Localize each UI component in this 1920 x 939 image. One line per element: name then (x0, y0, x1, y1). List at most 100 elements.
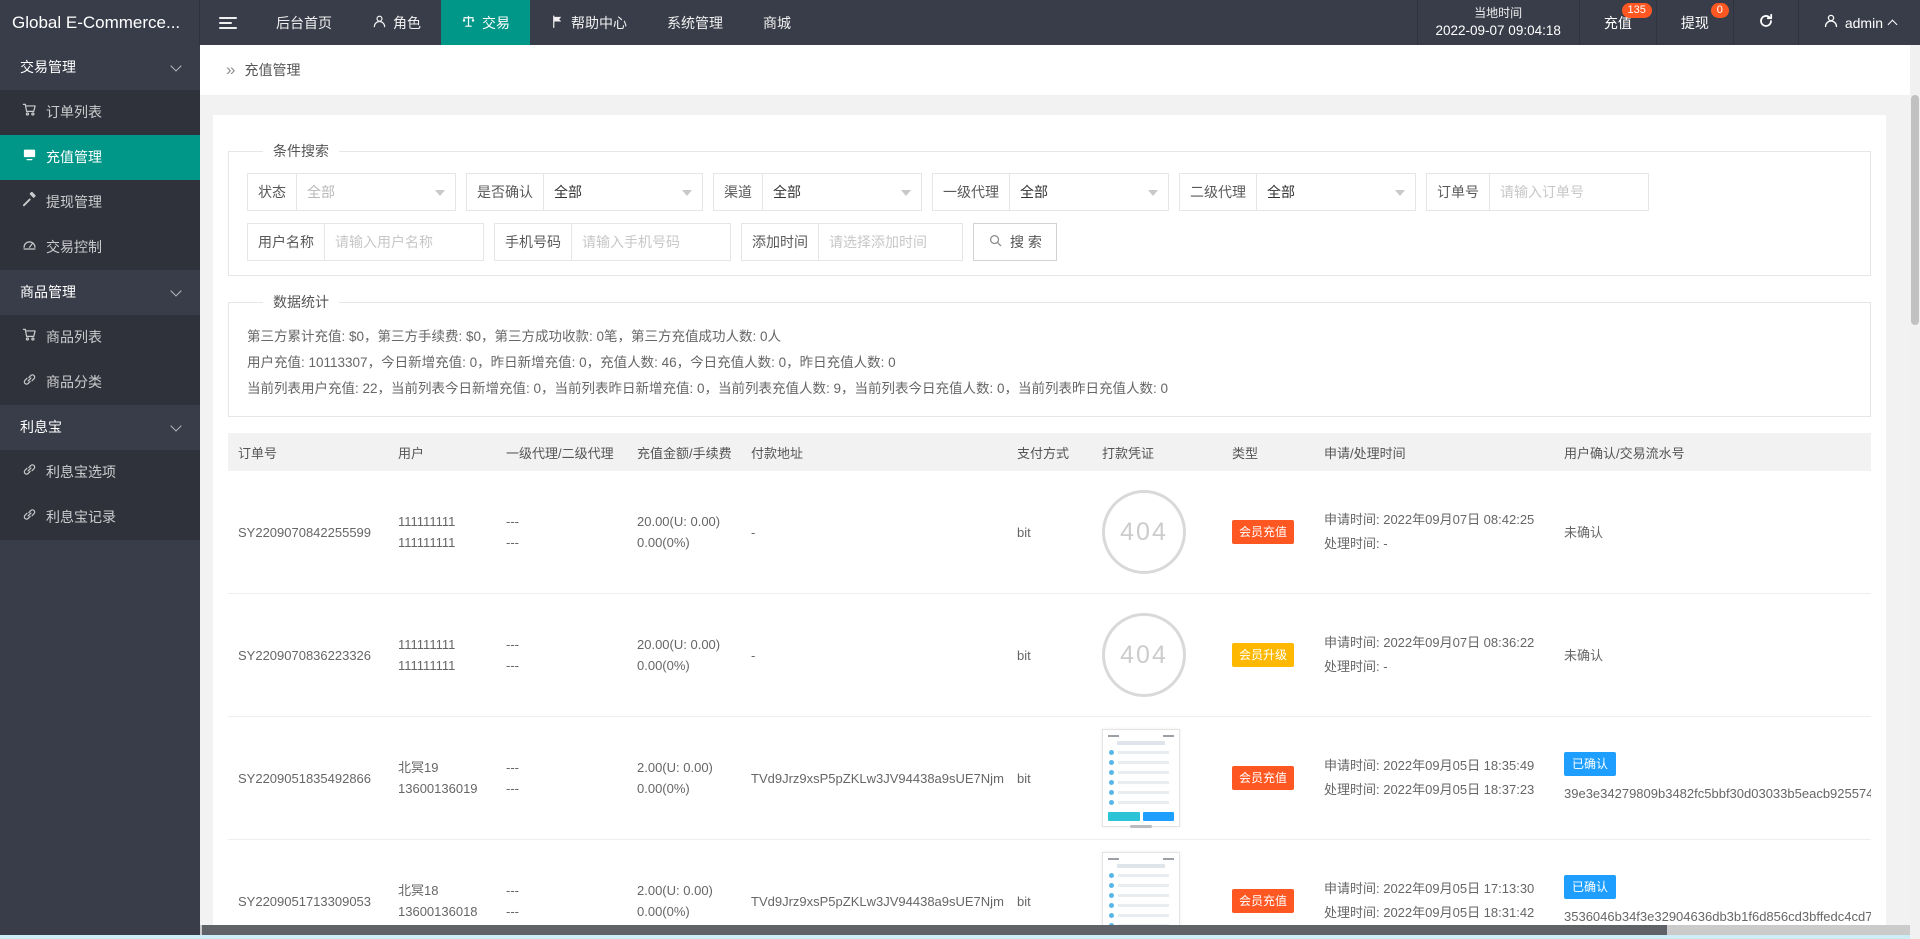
horizontal-scrollbar-thumb[interactable] (202, 925, 1667, 935)
local-time-value: 2022-09-07 09:04:18 (1436, 22, 1561, 39)
sidebar-item-trade-control[interactable]: 交易控制 (0, 225, 200, 270)
cart-icon (22, 315, 37, 360)
filter-order-no: 订单号 (1426, 173, 1649, 211)
sidebar-item-lixibao-options[interactable]: 利息宝选项 (0, 450, 200, 495)
amount-cell: 20.00(U: 0.00)0.00(0%) (627, 471, 741, 594)
filter-confirm: 是否确认 全部 (466, 173, 703, 211)
stats-line-current-list: 当前列表用户充值: 22，当前列表今日新增充值: 0，当前列表昨日新增充值: 0… (247, 376, 1852, 402)
nav-item-label: 角色 (393, 13, 421, 33)
refresh-button[interactable] (1733, 0, 1798, 45)
sidebar-group-trade-management[interactable]: 交易管理 (0, 45, 200, 90)
caret-down-icon (435, 190, 445, 196)
sidebar-item-withdraw-management[interactable]: 提现管理 (0, 180, 200, 225)
sidebar-group-label: 利息宝 (20, 405, 62, 450)
link-icon (22, 360, 37, 405)
times-cell: 申请时间: 2022年09月07日 08:36:22处理时间: - (1314, 594, 1554, 717)
nav-item-trade[interactable]: 交易 (441, 0, 530, 45)
times-cell: 申请时间: 2022年09月07日 08:42:25处理时间: - (1314, 471, 1554, 594)
order-no: SY2209070842255599 (228, 471, 388, 594)
voucher-image[interactable] (1102, 729, 1180, 827)
username-input[interactable] (324, 223, 484, 261)
confirmed-badge: 已确认 (1564, 752, 1616, 776)
sidebar-item-product-list[interactable]: 商品列表 (0, 315, 200, 360)
confirm-text: 未确认 (1564, 525, 1603, 540)
bottom-edge-strip (0, 935, 1920, 939)
col-amount: 充值金额/手续费 (627, 433, 741, 471)
sidebar-item-product-category[interactable]: 商品分类 (0, 360, 200, 405)
col-agents: 一级代理/二级代理 (496, 433, 627, 471)
channel-select[interactable]: 全部 (762, 173, 922, 211)
nav-item-dashboard[interactable]: 后台首页 (256, 0, 352, 45)
search-legend: 条件搜索 (263, 141, 339, 161)
add-time-input[interactable] (818, 223, 963, 261)
type-badge: 会员升级 (1232, 643, 1294, 667)
sidebar-item-label: 利息宝记录 (46, 495, 116, 540)
confirm-select[interactable]: 全部 (543, 173, 703, 211)
nav-item-label: 系统管理 (667, 13, 723, 33)
sidebar-group-lixibao[interactable]: 利息宝 (0, 405, 200, 450)
filter-agent2: 二级代理 全部 (1179, 173, 1416, 211)
user-menu[interactable]: admin (1798, 0, 1920, 45)
pay-method-cell: bit (1007, 594, 1092, 717)
col-user: 用户 (388, 433, 496, 471)
phone-input[interactable] (571, 223, 731, 261)
nav-item-roles[interactable]: 角色 (352, 0, 441, 45)
nav-item-label: 后台首页 (276, 13, 332, 33)
hamburger-icon (219, 14, 237, 32)
recharge-shortcut[interactable]: 充值 135 (1579, 0, 1656, 45)
agent2-select[interactable]: 全部 (1256, 173, 1416, 211)
nav-item-system[interactable]: 系统管理 (647, 0, 743, 45)
chevron-down-icon (170, 60, 181, 71)
order-no-input[interactable] (1489, 173, 1649, 211)
vertical-scrollbar (1910, 45, 1920, 939)
filter-confirm-label: 是否确认 (466, 173, 544, 211)
voucher-404-placeholder[interactable]: 404 (1102, 490, 1186, 574)
sidebar-item-recharge-management[interactable]: 充值管理 (0, 135, 200, 180)
search-button[interactable]: 搜 索 (973, 223, 1057, 261)
filter-agent1-label: 一级代理 (932, 173, 1010, 211)
vertical-scrollbar-thumb[interactable] (1911, 95, 1919, 325)
sidebar-toggle-button[interactable] (200, 0, 256, 45)
filter-status: 状态 全部 (247, 173, 456, 211)
type-badge: 会员充值 (1232, 766, 1294, 790)
topbar: Global E-Commerce... 后台首页 角色 交易 帮助中心 系统管… (0, 0, 1920, 45)
withdraw-shortcut[interactable]: 提现 0 (1656, 0, 1733, 45)
filter-status-label: 状态 (247, 173, 297, 211)
table-row: SY2209070842255599 111111111111111111 --… (228, 471, 1871, 594)
col-voucher: 打款凭证 (1092, 433, 1222, 471)
type-badge: 会员充值 (1232, 520, 1294, 544)
address-cell: - (741, 471, 1007, 594)
sidebar-item-order-list[interactable]: 订单列表 (0, 90, 200, 135)
gavel-icon (22, 180, 37, 225)
app-logo[interactable]: Global E-Commerce... (0, 0, 200, 45)
breadcrumb-current: 充值管理 (244, 45, 300, 95)
filter-agent1: 一级代理 全部 (932, 173, 1169, 211)
filter-order-no-label: 订单号 (1426, 173, 1490, 211)
sidebar-group-product-management[interactable]: 商品管理 (0, 270, 200, 315)
sidebar-item-label: 商品列表 (46, 315, 102, 360)
link-icon (22, 450, 37, 495)
voucher-cell: 404 (1092, 594, 1222, 717)
main-area: » 充值管理 条件搜索 状态 全部 是否确认 (200, 45, 1920, 939)
cart-icon (22, 90, 37, 135)
nav-item-mall[interactable]: 商城 (743, 0, 811, 45)
status-select[interactable]: 全部 (296, 173, 456, 211)
voucher-cell (1092, 717, 1222, 840)
voucher-404-placeholder[interactable]: 404 (1102, 613, 1186, 697)
nav-item-help-center[interactable]: 帮助中心 (530, 0, 647, 45)
user-cell: 111111111111111111 (388, 471, 496, 594)
agent1-select[interactable]: 全部 (1009, 173, 1169, 211)
sidebar-item-label: 订单列表 (46, 90, 102, 135)
chevron-up-icon (1888, 20, 1898, 30)
filter-channel-label: 渠道 (713, 173, 763, 211)
col-confirm: 用户确认/交易流水号 (1554, 433, 1871, 471)
filter-username: 用户名称 (247, 223, 484, 261)
sidebar-item-lixibao-records[interactable]: 利息宝记录 (0, 495, 200, 540)
nav-item-label: 帮助中心 (571, 13, 627, 33)
col-type: 类型 (1222, 433, 1314, 471)
user-icon (372, 14, 387, 32)
caret-down-icon (901, 190, 911, 196)
top-navigation: 后台首页 角色 交易 帮助中心 系统管理 商城 (256, 0, 811, 45)
table-header-row: 订单号 用户 一级代理/二级代理 充值金额/手续费 付款地址 支付方式 打款凭证… (228, 433, 1871, 471)
tx-hash: 39e3e34279809b3482fc5bbf30d03033b5eacb92… (1564, 783, 1871, 804)
